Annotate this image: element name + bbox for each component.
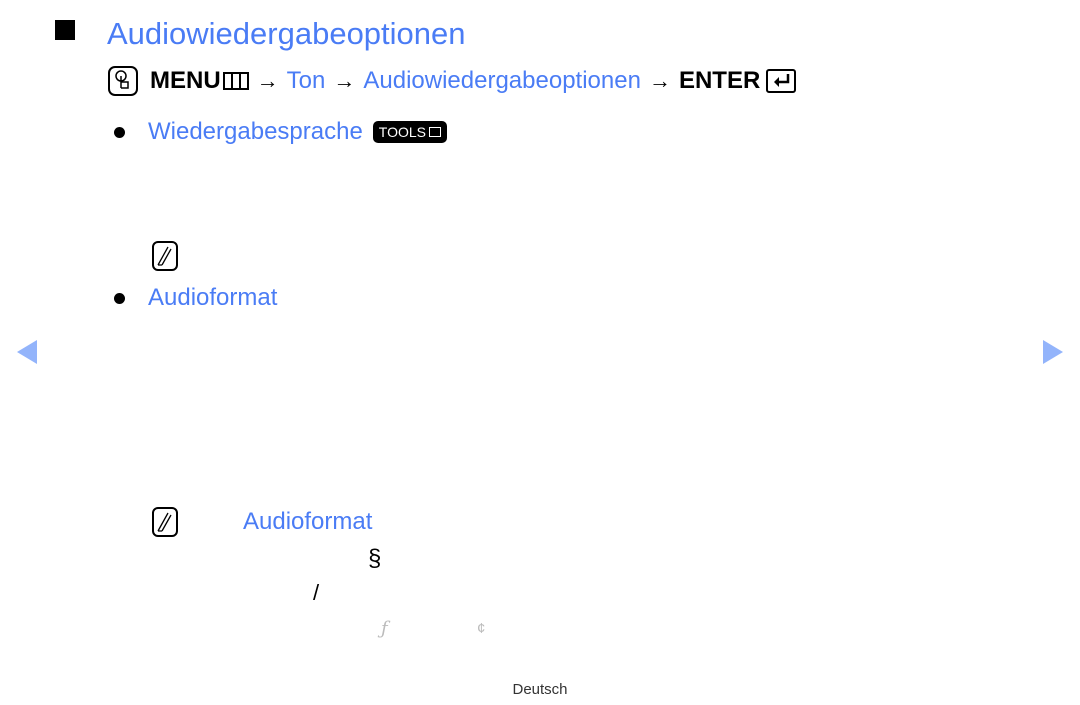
slash-glyph: / [313,580,320,605]
note-icon [152,241,178,271]
arrow-icon: → [256,68,279,93]
menu-label: MENU [150,67,221,94]
note-audioformat-link[interactable]: Audioformat [243,506,372,538]
triangle-left-icon[interactable] [17,340,37,364]
arrow-icon: → [333,68,356,93]
cent-glyph: ¢ [477,620,486,637]
path-step-audiowiedergabeoptionen[interactable]: Audiowiedergabeoptionen [363,64,641,98]
footer-language: Deutsch [512,681,568,698]
menu-grid-icon [222,72,249,90]
note-icon [152,507,178,537]
section-heading-wiedergabesprache: Wiedergabesprache TOOLS [148,116,447,148]
page-title: Audiowiedergabeoptionen [107,16,466,51]
enter-label: ENTER [678,67,761,94]
tools-badge: TOOLS [372,121,447,143]
square-bullet-icon [55,20,75,40]
section-heading-audioformat: Audioformat [148,284,278,311]
tools-icon [429,127,441,137]
bullet-icon [114,293,125,304]
tools-badge-label: TOOLS [378,124,426,140]
section-heading-text: Wiedergabesprache [148,118,363,145]
triangle-right-icon[interactable] [1043,340,1063,364]
menu-path: MENU → Ton → Audiowiedergabeoptionen → E… [108,64,797,98]
bullet-icon [114,127,125,138]
florin-glyph: ƒ [381,618,388,639]
hand-pointer-icon [108,66,138,96]
section-sign-glyph: § [368,545,382,572]
path-step-ton[interactable]: Ton [287,64,326,98]
arrow-icon: → [648,68,671,93]
enter-icon [766,69,797,93]
